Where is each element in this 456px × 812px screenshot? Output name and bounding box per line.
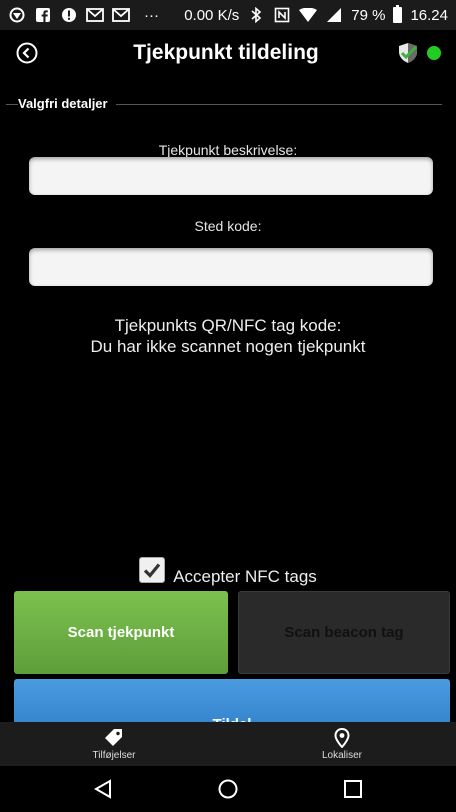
location-code-input[interactable]	[29, 248, 433, 286]
gmail-icon	[86, 7, 104, 23]
back-icon	[16, 42, 38, 63]
status-right-icons: 0.00 K/s 79 % 16.24	[184, 5, 448, 24]
home-circle-icon[interactable]	[217, 778, 239, 800]
signal-icon	[325, 7, 343, 23]
tag-code-label: Tjekpunkts QR/NFC tag kode:	[114, 316, 342, 335]
network-speed: 0.00 K/s	[184, 6, 240, 24]
battery-percent: 79 %	[351, 6, 386, 24]
check-shield-icon	[399, 42, 418, 63]
optional-details-section: Valgfri detaljer	[0, 96, 456, 116]
description-label: Tjekpunkt beskrivelse:	[158, 142, 298, 158]
accept-nfc-checkbox[interactable]	[139, 557, 166, 583]
status-bar: ··· 0.00 K/s 79 % 16.24	[0, 0, 456, 30]
back-button[interactable]	[14, 40, 40, 66]
nfc-icon	[273, 7, 291, 23]
status-left-icons: ···	[8, 7, 159, 24]
app-notification-icon	[8, 7, 26, 23]
location-pin-icon	[334, 727, 350, 748]
location-code-label: Sted kode:	[194, 218, 262, 234]
bluetooth-icon	[247, 7, 265, 23]
battery-icon	[393, 5, 403, 23]
connection-status	[396, 42, 442, 64]
system-navigation-bar	[0, 766, 456, 812]
accept-nfc-row: Accepter NFC tags	[0, 557, 456, 586]
tag-icon	[105, 728, 122, 746]
recents-square-icon[interactable]	[342, 778, 364, 800]
app-bar: Tjekpunkt tildeling	[0, 30, 456, 75]
facebook-icon	[34, 7, 52, 23]
gmail-icon	[112, 7, 130, 23]
checkmark-icon	[144, 563, 161, 578]
nav-addons[interactable]: Tilføjelser	[0, 722, 228, 766]
more-notifications: ···	[144, 6, 159, 24]
nav-locate[interactable]: Lokaliser	[228, 722, 456, 766]
nav-addons-label: Tilføjelser	[92, 749, 136, 761]
page-title: Tjekpunkt tildeling	[133, 40, 319, 64]
clock: 16.24	[410, 6, 448, 24]
back-triangle-icon[interactable]	[92, 778, 114, 800]
nav-locate-label: Lokaliser	[321, 749, 363, 761]
scan-beacon-button[interactable]: Scan beacon tag	[238, 591, 450, 674]
description-input[interactable]	[29, 157, 433, 195]
accept-nfc-label: Accepter NFC tags	[173, 567, 317, 586]
wifi-icon	[299, 7, 318, 23]
online-status-icon	[427, 45, 441, 60]
section-legend: Valgfri detaljer	[18, 96, 116, 111]
scan-checkpoint-button[interactable]: Scan tjekpunkt	[14, 591, 228, 674]
scan-status-text: Du har ikke scannet nogen tjekpunkt	[90, 337, 366, 356]
bottom-navigation: Tilføjelser Lokaliser	[0, 722, 456, 766]
alert-icon	[60, 7, 78, 23]
